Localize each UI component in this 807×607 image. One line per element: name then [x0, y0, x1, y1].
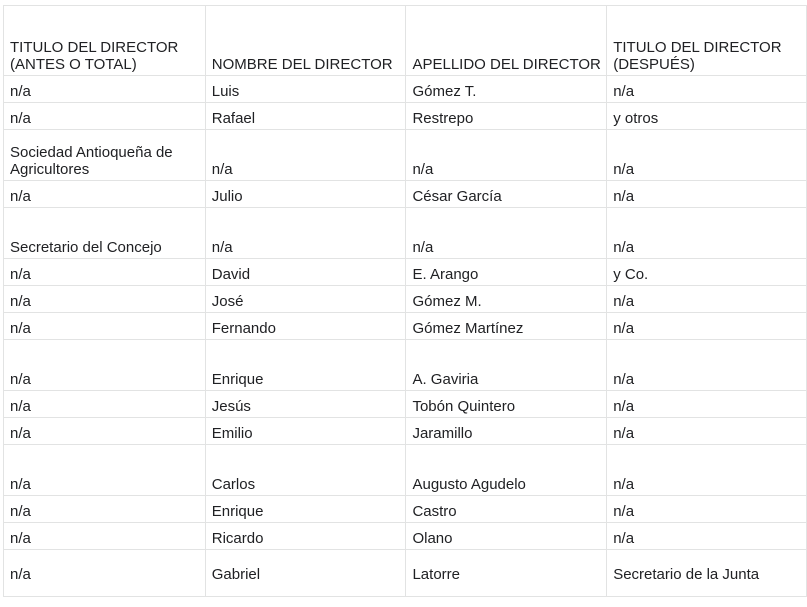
- cell-last-name[interactable]: Gómez M.: [405, 285, 608, 313]
- header-cell-title-before[interactable]: TITULO DEL DIRECTOR (ANTES O TOTAL): [3, 5, 206, 76]
- cell-last-name[interactable]: Restrepo: [405, 102, 608, 130]
- table-row: n/a Enrique A. Gaviria n/a: [3, 339, 807, 391]
- cell-title-before[interactable]: n/a: [3, 495, 206, 523]
- cell-first-name[interactable]: Gabriel: [204, 549, 407, 597]
- cell-first-name[interactable]: Ricardo: [204, 522, 407, 550]
- cell-title-before[interactable]: n/a: [3, 180, 206, 208]
- cell-first-name[interactable]: n/a: [204, 129, 407, 181]
- cell-last-name[interactable]: Gómez T.: [405, 75, 608, 103]
- cell-title-after[interactable]: n/a: [606, 129, 807, 181]
- cell-first-name[interactable]: Jesús: [204, 390, 407, 418]
- directors-table: TITULO DEL DIRECTOR (ANTES O TOTAL) NOMB…: [3, 5, 807, 597]
- table-row: n/a José Gómez M. n/a: [3, 285, 807, 313]
- table-row: n/a Fernando Gómez Martínez n/a: [3, 312, 807, 340]
- cell-title-before[interactable]: n/a: [3, 339, 206, 391]
- cell-title-before[interactable]: Secretario del Concejo: [3, 207, 206, 259]
- cell-title-before[interactable]: n/a: [3, 417, 206, 445]
- table-row: n/a Jesús Tobón Quintero n/a: [3, 390, 807, 418]
- cell-title-after[interactable]: n/a: [606, 207, 807, 259]
- cell-title-after[interactable]: Secretario de la Junta: [606, 549, 807, 597]
- header-cell-last-name[interactable]: APELLIDO DEL DIRECTOR: [405, 5, 608, 76]
- table-row: n/a Julio César García n/a: [3, 180, 807, 208]
- cell-first-name[interactable]: Emilio: [204, 417, 407, 445]
- cell-last-name[interactable]: n/a: [405, 129, 608, 181]
- cell-title-after[interactable]: n/a: [606, 495, 807, 523]
- cell-first-name[interactable]: Enrique: [204, 339, 407, 391]
- cell-title-before[interactable]: n/a: [3, 549, 206, 597]
- cell-title-before[interactable]: n/a: [3, 285, 206, 313]
- header-cell-first-name[interactable]: NOMBRE DEL DIRECTOR: [204, 5, 407, 76]
- cell-title-after[interactable]: n/a: [606, 312, 807, 340]
- cell-first-name[interactable]: José: [204, 285, 407, 313]
- cell-title-before[interactable]: n/a: [3, 390, 206, 418]
- cell-title-before[interactable]: n/a: [3, 444, 206, 496]
- table-row: Sociedad Antioqueña de Agricultores n/a …: [3, 129, 807, 181]
- cell-title-before[interactable]: n/a: [3, 75, 206, 103]
- cell-first-name[interactable]: Julio: [204, 180, 407, 208]
- cell-last-name[interactable]: Augusto Agudelo: [405, 444, 608, 496]
- spreadsheet-grid: TITULO DEL DIRECTOR (ANTES O TOTAL) NOMB…: [0, 0, 807, 607]
- cell-title-before[interactable]: n/a: [3, 102, 206, 130]
- cell-title-after[interactable]: n/a: [606, 339, 807, 391]
- cell-title-after[interactable]: y Co.: [606, 258, 807, 286]
- cell-last-name[interactable]: Latorre: [405, 549, 608, 597]
- table-row: n/a Rafael Restrepo y otros: [3, 102, 807, 130]
- cell-last-name[interactable]: Gómez Martínez: [405, 312, 608, 340]
- cell-first-name[interactable]: Carlos: [204, 444, 407, 496]
- cell-first-name[interactable]: David: [204, 258, 407, 286]
- cell-title-before[interactable]: Sociedad Antioqueña de Agricultores: [3, 129, 206, 181]
- cell-title-after[interactable]: n/a: [606, 75, 807, 103]
- cell-last-name[interactable]: Olano: [405, 522, 608, 550]
- cell-first-name[interactable]: Luis: [204, 75, 407, 103]
- cell-last-name[interactable]: E. Arango: [405, 258, 608, 286]
- cell-title-after[interactable]: n/a: [606, 417, 807, 445]
- cell-title-after[interactable]: n/a: [606, 180, 807, 208]
- cell-title-after[interactable]: n/a: [606, 390, 807, 418]
- table-row: n/a Emilio Jaramillo n/a: [3, 417, 807, 445]
- table-row: n/a David E. Arango y Co.: [3, 258, 807, 286]
- header-cell-title-after[interactable]: TITULO DEL DIRECTOR (DESPUÉS): [606, 5, 807, 76]
- cell-first-name[interactable]: Enrique: [204, 495, 407, 523]
- cell-title-before[interactable]: n/a: [3, 522, 206, 550]
- cell-last-name[interactable]: Tobón Quintero: [405, 390, 608, 418]
- cell-last-name[interactable]: A. Gaviria: [405, 339, 608, 391]
- cell-title-after[interactable]: n/a: [606, 444, 807, 496]
- header-row: TITULO DEL DIRECTOR (ANTES O TOTAL) NOMB…: [3, 5, 807, 76]
- table-row: n/a Carlos Augusto Agudelo n/a: [3, 444, 807, 496]
- cell-title-after[interactable]: y otros: [606, 102, 807, 130]
- table-row: n/a Ricardo Olano n/a: [3, 522, 807, 550]
- cell-last-name[interactable]: Castro: [405, 495, 608, 523]
- table-row: n/a Enrique Castro n/a: [3, 495, 807, 523]
- cell-title-after[interactable]: n/a: [606, 285, 807, 313]
- cell-first-name[interactable]: n/a: [204, 207, 407, 259]
- cell-last-name[interactable]: n/a: [405, 207, 608, 259]
- table-row: Secretario del Concejo n/a n/a n/a: [3, 207, 807, 259]
- table-row: n/a Luis Gómez T. n/a: [3, 75, 807, 103]
- cell-last-name[interactable]: Jaramillo: [405, 417, 608, 445]
- cell-last-name[interactable]: César García: [405, 180, 608, 208]
- cell-title-before[interactable]: n/a: [3, 258, 206, 286]
- table-row: n/a Gabriel Latorre Secretario de la Jun…: [3, 549, 807, 597]
- cell-title-after[interactable]: n/a: [606, 522, 807, 550]
- cell-first-name[interactable]: Fernando: [204, 312, 407, 340]
- cell-first-name[interactable]: Rafael: [204, 102, 407, 130]
- cell-title-before[interactable]: n/a: [3, 312, 206, 340]
